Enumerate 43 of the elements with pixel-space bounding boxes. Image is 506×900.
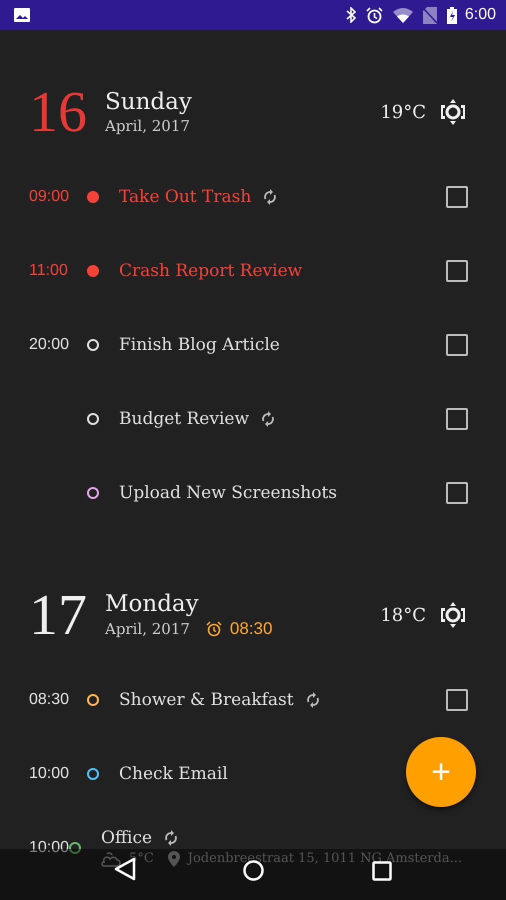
month-year: April, 2017 [105,117,190,135]
alarm-time: 08:30 [230,619,272,639]
event-time: 09:00 [29,188,70,206]
weather-sun-icon [440,601,466,629]
day-number: 16 [29,83,88,141]
battery-icon [446,6,457,24]
event-title[interactable]: Check Email [119,764,228,784]
bluetooth-icon [346,7,356,23]
event-time: 08:30 [29,691,70,709]
event-title[interactable]: Upload New Screenshots [119,483,338,503]
event-location: Jodenbreestraat 15, 1011 NG Amsterda... [188,852,462,866]
event-time: 10:00 [29,839,70,857]
clock-time: 6:00 [464,6,496,24]
alarm-icon [206,621,222,637]
day-number: 17 [29,586,88,644]
weekday: Monday [105,591,200,617]
wifi-icon [392,8,413,22]
temperature: 19°C [380,102,426,122]
checkbox[interactable] [446,260,468,282]
event-time: 10:00 [29,765,70,783]
recents-icon[interactable] [372,861,392,881]
checkbox[interactable] [446,334,468,356]
cloudy-sun-icon [101,850,122,868]
event-title[interactable]: Office [101,828,152,848]
event-title[interactable]: Crash Report Review [119,261,302,281]
event-title[interactable]: Take Out Trash [119,187,252,207]
checkbox[interactable] [446,186,468,208]
event-time: 20:00 [29,336,70,354]
month-year: April, 2017 [105,620,190,638]
image-icon [14,8,30,22]
event-time: 11:00 [29,262,69,280]
location-pin-icon [168,851,180,867]
weekday: Sunday [105,89,193,115]
alarm-icon [366,6,383,24]
event-title[interactable]: Finish Blog Article [119,335,280,355]
no-sim-icon [422,6,437,24]
temperature: 18°C [380,604,426,626]
event-title[interactable]: Shower & Breakfast [119,690,294,710]
checkbox[interactable] [446,482,468,504]
checkbox[interactable] [446,689,468,711]
weather-sun-icon [440,98,466,126]
checkbox[interactable] [446,408,468,430]
event-title[interactable]: Budget Review [119,409,250,429]
